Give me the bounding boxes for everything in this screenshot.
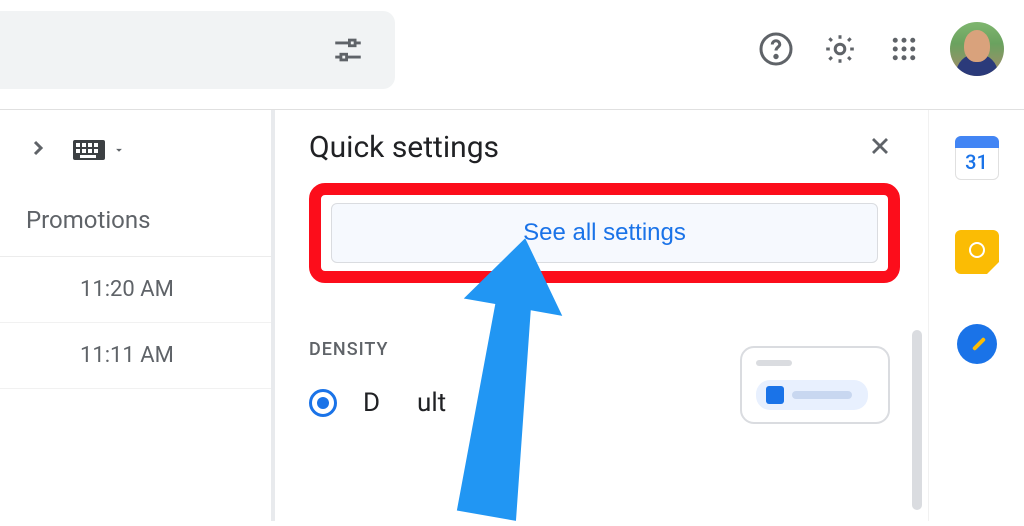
tasks-app-icon[interactable] [957,324,997,364]
density-option-row[interactable]: Default Default [309,388,900,418]
inbox-column: Promotions 11:20 AM 11:11 AM [0,110,275,521]
radio-selected-icon[interactable] [309,389,337,417]
side-panel-rail: 31 [928,110,1024,521]
app-body: Promotions 11:20 AM 11:11 AM Quick setti… [0,110,1024,521]
panel-scrollbar[interactable] [912,330,922,510]
quick-settings-panel: Quick settings See all settings DENSITY … [275,110,928,521]
gear-icon[interactable] [822,31,858,67]
header-actions [758,22,1004,76]
see-all-settings-button[interactable]: See all settings [331,203,878,263]
tune-icon[interactable] [331,33,365,71]
account-avatar[interactable] [950,22,1004,76]
email-time[interactable]: 11:11 AM [0,323,271,389]
calendar-day-number: 31 [965,150,988,174]
apps-grid-icon[interactable] [886,31,922,67]
pagination-toolbar [0,122,271,178]
search-bar-segment[interactable] [0,11,395,89]
app-header [0,0,1024,110]
email-time[interactable]: 11:20 AM [0,257,271,323]
input-method-selector[interactable] [72,139,126,161]
chevron-right-icon[interactable] [26,136,50,164]
keep-app-icon[interactable] [955,230,999,274]
density-option-label: Default [363,388,446,418]
keyboard-icon [72,139,106,161]
tab-promotions[interactable]: Promotions [0,178,271,257]
help-icon[interactable] [758,31,794,67]
density-preview-default [740,346,890,424]
calendar-app-icon[interactable]: 31 [955,136,999,180]
panel-title: Quick settings [309,130,499,165]
see-all-settings-highlight: See all settings [309,183,900,283]
close-icon[interactable] [866,132,894,164]
caret-down-icon [112,143,126,157]
